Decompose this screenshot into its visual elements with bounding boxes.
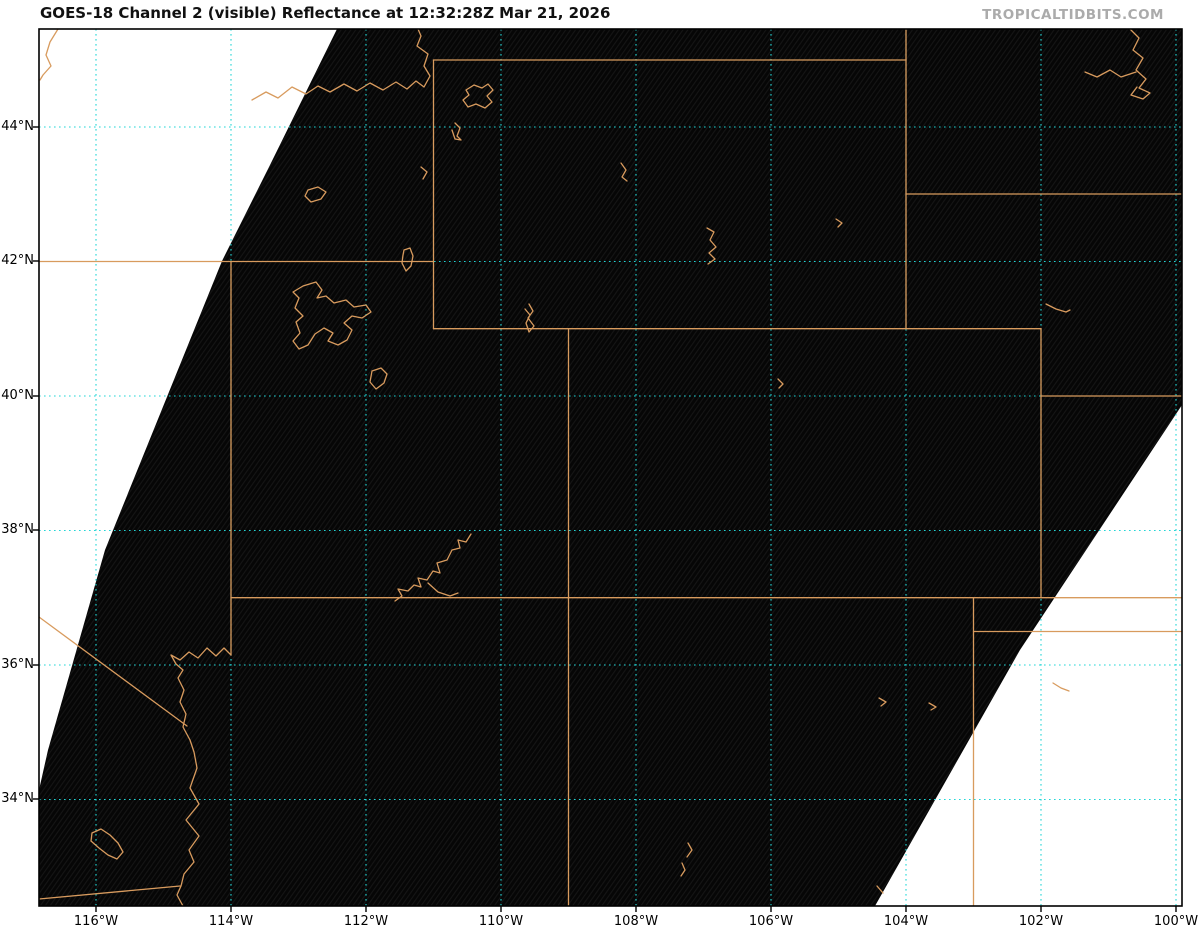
scan-region bbox=[39, 29, 1182, 906]
axis-tick-label-lon: 114°W bbox=[208, 914, 254, 929]
satellite-image-page: GOES-18 Channel 2 (visible) Reflectance … bbox=[0, 0, 1200, 929]
axis-tick-label-lat: 36°N bbox=[1, 657, 34, 672]
axis-tick-label-lon: 108°W bbox=[613, 914, 659, 929]
axis-tick-label-lon: 116°W bbox=[73, 914, 119, 929]
lake-meredith-tx bbox=[1052, 682, 1070, 692]
scan-swath bbox=[39, 29, 1182, 906]
axis-tick-label-lat: 38°N bbox=[1, 522, 34, 537]
axis-tick-label-lat: 44°N bbox=[1, 119, 34, 134]
axis-tick-label-lon: 102°W bbox=[1018, 914, 1064, 929]
snake-river-id-or bbox=[39, 29, 59, 81]
axis-tick-label-lon: 110°W bbox=[478, 914, 524, 929]
axis-tick-label-lon: 104°W bbox=[883, 914, 929, 929]
axis-tick-label-lon: 112°W bbox=[343, 914, 389, 929]
axis-tick-label-lon: 106°W bbox=[748, 914, 794, 929]
satellite-map bbox=[33, 28, 1183, 912]
axis-tick-label-lon: 100°W bbox=[1153, 914, 1199, 929]
axis-tick-label-lat: 40°N bbox=[1, 388, 34, 403]
axis-tick-label-lat: 34°N bbox=[1, 791, 34, 806]
axis-tick-label-lat: 42°N bbox=[1, 253, 34, 268]
